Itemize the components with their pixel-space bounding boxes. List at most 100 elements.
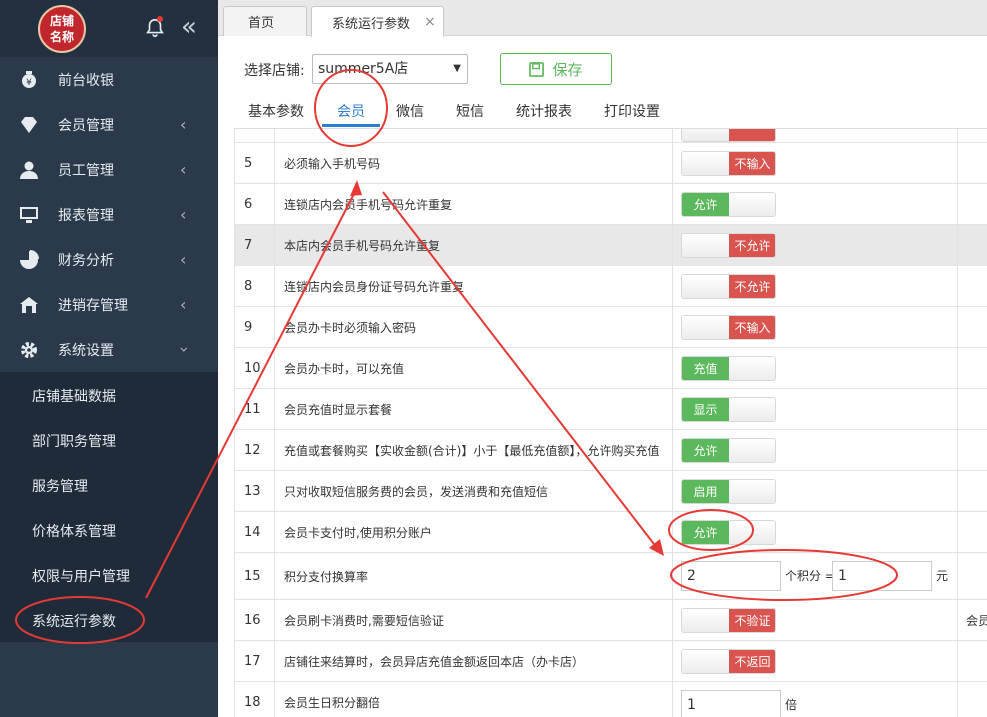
row-value-cell: 允许 xyxy=(673,184,958,224)
store-logo: 店铺 名称 xyxy=(38,5,86,53)
logo-line2: 名称 xyxy=(49,30,74,44)
toggle-knob xyxy=(682,152,729,175)
toggle-knob xyxy=(729,357,775,380)
row-number: 14 xyxy=(234,512,275,552)
table-row: 9 会员办卡时必须输入密码 不输入 xyxy=(234,307,987,348)
toggle-switch[interactable]: 不允许 xyxy=(681,274,776,299)
settings-submenu: 店铺基础数据 部门职务管理 服务管理 价格体系管理 权限与用户管理 系统运行参数 xyxy=(0,372,218,642)
toggle-switch[interactable]: 不输入 xyxy=(681,151,776,176)
sidebar-item-finance[interactable]: 财务分析 ‹ xyxy=(0,237,218,282)
submenu-item-departments[interactable]: 部门职务管理 xyxy=(32,431,116,451)
points-input[interactable]: 2 xyxy=(681,561,781,591)
table-row: 8 连锁店内会员身份证号码允许重复 不允许 xyxy=(234,266,987,307)
store-select[interactable]: summer5A店 ▼ xyxy=(312,54,468,84)
sidebar-item-label: 员工管理 xyxy=(58,162,114,179)
toggle-off-label: 不返回 xyxy=(729,650,775,673)
gear-icon xyxy=(21,341,37,358)
subtab-print[interactable]: 打印设置 xyxy=(604,101,660,121)
sidebar-item-reports[interactable]: 报表管理 ‹ xyxy=(0,192,218,237)
tab-home[interactable]: 首页 xyxy=(223,6,307,36)
toggle-switch[interactable]: 允许 xyxy=(681,438,776,463)
sidebar-item-settings[interactable]: 系统设置 ‹ xyxy=(0,327,218,372)
chevron-down-icon: ‹ xyxy=(173,346,193,353)
toggle-switch[interactable]: 启用 xyxy=(681,479,776,504)
toggle-switch[interactable]: 不验证 xyxy=(681,608,776,633)
subtab-stats[interactable]: 统计报表 xyxy=(516,101,572,121)
submenu-item-services[interactable]: 服务管理 xyxy=(32,476,88,496)
toggle-switch[interactable] xyxy=(681,129,776,142)
toggle-knob xyxy=(729,398,775,421)
toggle-switch[interactable]: 不返回 xyxy=(681,649,776,674)
row-description: 连锁店内会员身份证号码允许重复 xyxy=(275,266,673,306)
row-number: 9 xyxy=(234,307,275,347)
toggle-switch[interactable]: 不允许 xyxy=(681,233,776,258)
row-description: 会员卡支付时,使用积分账户 xyxy=(275,512,673,552)
row-extra-cell xyxy=(958,553,987,599)
row-description: 会员充值时显示套餐 xyxy=(275,389,673,429)
row-description: 会员办卡时必须输入密码 xyxy=(275,307,673,347)
row-number: 13 xyxy=(234,471,275,511)
close-icon[interactable]: × xyxy=(424,14,436,30)
tab-bar: 首页 系统运行参数 × xyxy=(218,0,987,37)
collapse-sidebar-icon[interactable]: « xyxy=(181,14,197,40)
row-number: 15 xyxy=(234,553,275,599)
toggle-switch[interactable]: 允许 xyxy=(681,520,776,545)
logo-line1: 店铺 xyxy=(49,14,74,28)
sidebar-item-cashier[interactable]: ¥ 前台收银 xyxy=(0,57,218,102)
submenu-item-pricing[interactable]: 价格体系管理 xyxy=(32,521,116,541)
toggle-switch[interactable]: 不输入 xyxy=(681,315,776,340)
subtab-basic[interactable]: 基本参数 xyxy=(248,101,304,121)
multiplier-unit-label: 倍 xyxy=(785,698,798,712)
chevron-left-icon: ‹ xyxy=(180,160,187,179)
chevron-left-icon: ‹ xyxy=(180,205,187,224)
subtab-sms[interactable]: 短信 xyxy=(456,101,484,121)
toggle-knob xyxy=(682,275,729,298)
yuan-input[interactable]: 1 xyxy=(832,561,932,591)
birthday-multiplier-input[interactable]: 1 xyxy=(681,690,781,717)
diamond-icon xyxy=(21,116,37,133)
toggle-switch[interactable]: 显示 xyxy=(681,397,776,422)
toggle-off-label: 不输入 xyxy=(729,316,775,339)
row-number: 17 xyxy=(234,641,275,681)
subtab-active-underline xyxy=(322,124,380,127)
tab-system-params[interactable]: 系统运行参数 × xyxy=(311,6,444,37)
svg-text:¥: ¥ xyxy=(26,78,32,88)
row-description: 会员刷卡消费时,需要短信验证 xyxy=(275,600,673,640)
save-button-label: 保存 xyxy=(552,60,583,79)
row-description: 连锁店内会员手机号码允许重复 xyxy=(275,184,673,224)
submenu-item-system-params[interactable]: 系统运行参数 xyxy=(32,611,116,631)
toggle-switch[interactable]: 允许 xyxy=(681,192,776,217)
toggle-on-label: 允许 xyxy=(682,439,729,462)
row-extra-cell xyxy=(958,143,987,183)
toggle-on-label: 启用 xyxy=(682,480,729,503)
subtab-label: 打印设置 xyxy=(604,104,660,120)
row-value-cell: 允许 xyxy=(673,512,958,552)
chevron-left-icon: ‹ xyxy=(180,250,187,269)
row-value-cell: 不返回 xyxy=(673,641,958,681)
row-value-cell: 不输入 xyxy=(673,307,958,347)
sidebar-item-staff[interactable]: 员工管理 ‹ xyxy=(0,147,218,192)
toggle-switch[interactable]: 充值 xyxy=(681,356,776,381)
toggle-off-label: 不验证 xyxy=(729,609,775,632)
subtab-member[interactable]: 会员 xyxy=(337,101,365,121)
toggle-off-label: 不允许 xyxy=(729,234,775,257)
table-row: 7 本店内会员手机号码允许重复 不允许 xyxy=(234,225,987,266)
chevron-left-icon: ‹ xyxy=(180,295,187,314)
row-extra-cell xyxy=(958,641,987,681)
sidebar-item-members[interactable]: 会员管理 ‹ xyxy=(0,102,218,147)
save-button[interactable]: 保存 xyxy=(500,53,612,85)
row-extra-cell xyxy=(958,348,987,388)
subtab-label: 会员 xyxy=(337,104,365,120)
row-description: 本店内会员手机号码允许重复 xyxy=(275,225,673,265)
row-value-cell: 不验证 xyxy=(673,600,958,640)
sidebar-item-inventory[interactable]: 进销存管理 ‹ xyxy=(0,282,218,327)
subtab-wechat[interactable]: 微信 xyxy=(396,101,424,121)
toggle-knob xyxy=(682,650,729,673)
submenu-item-store-data[interactable]: 店铺基础数据 xyxy=(32,386,116,406)
row-number: 11 xyxy=(234,389,275,429)
table-row: 16会员刷卡消费时,需要短信验证 不验证 会员 xyxy=(234,600,987,641)
row-number: 10 xyxy=(234,348,275,388)
submenu-item-permissions[interactable]: 权限与用户管理 xyxy=(32,566,130,586)
sidebar: 店铺 名称 « ¥ 前台收银 会员管理 ‹ 员工管理 ‹ 报表管理 ‹ 财务分析… xyxy=(0,0,218,717)
chevron-left-icon: ‹ xyxy=(180,115,187,134)
